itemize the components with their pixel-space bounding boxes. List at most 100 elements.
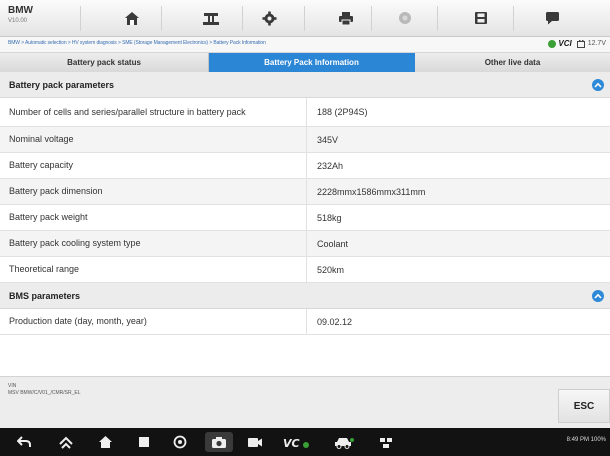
browser-icon bbox=[173, 435, 187, 449]
help-button[interactable] bbox=[393, 7, 417, 29]
tab-battery-pack-status[interactable]: Battery pack status bbox=[0, 53, 209, 72]
tab-bar: Battery pack status Battery Pack Informa… bbox=[0, 53, 610, 72]
toolbar-divider bbox=[513, 6, 514, 31]
breadcrumb: BMW > Automatic selection > HV system di… bbox=[8, 40, 266, 46]
vci-connected-icon bbox=[548, 39, 557, 48]
parameter-value: 518kg bbox=[317, 212, 342, 223]
back-button[interactable] bbox=[14, 432, 34, 452]
toolbar-divider bbox=[161, 6, 162, 31]
esc-button[interactable]: ESC bbox=[558, 389, 610, 423]
record-button[interactable] bbox=[244, 432, 266, 452]
network-icon bbox=[380, 437, 392, 448]
save-icon bbox=[475, 12, 487, 24]
chevron-up-icon bbox=[594, 82, 602, 88]
home-icon bbox=[125, 11, 139, 25]
vin-path: MSV BMW/C/V01_/CMR/SR_EL bbox=[8, 390, 81, 396]
parameter-value: Coolant bbox=[307, 231, 610, 256]
toolbar-divider bbox=[371, 6, 372, 31]
section-title: Battery pack parameters bbox=[9, 80, 115, 90]
print-icon bbox=[339, 11, 353, 25]
help-icon bbox=[399, 12, 411, 24]
system-status: 8:49 PM 100% bbox=[566, 437, 606, 443]
connection-status: VCI 12.7V bbox=[548, 39, 606, 48]
message-icon bbox=[545, 12, 559, 25]
table-row: Battery pack cooling system type Coolant bbox=[0, 231, 610, 257]
parameter-value: 2228mmx1586mmx311mm bbox=[307, 179, 610, 204]
vci-status: VCI bbox=[548, 39, 572, 48]
settings-icon bbox=[262, 11, 276, 25]
parameter-name: Battery pack dimension bbox=[0, 179, 307, 204]
tab-other-live-data[interactable]: Other live data bbox=[415, 53, 610, 72]
vehicle-make: BMW bbox=[8, 5, 33, 16]
table-row: Production date (day, month, year) 09.02… bbox=[0, 309, 610, 335]
message-button[interactable] bbox=[540, 7, 564, 29]
parameter-value: 09.02.12 bbox=[317, 316, 353, 327]
table-row: Battery capacity 232Ah bbox=[0, 153, 610, 179]
vci-manager-button[interactable]: VC bbox=[281, 432, 311, 452]
table-row: Number of cells and series/parallel stru… bbox=[0, 98, 610, 127]
back-icon bbox=[17, 436, 31, 447]
collapse-button[interactable] bbox=[592, 79, 604, 91]
table-row: Battery pack dimension 2228mmx1586mmx311… bbox=[0, 179, 610, 205]
collapse-button[interactable] bbox=[592, 290, 604, 302]
home-button[interactable] bbox=[120, 7, 144, 29]
car-icon bbox=[335, 437, 354, 449]
table-row: Nominal voltage 345V bbox=[0, 127, 610, 153]
vehicle-swap-button[interactable] bbox=[199, 7, 223, 29]
parameter-name: Number of cells and series/parallel stru… bbox=[0, 98, 307, 126]
toolbar-divider bbox=[304, 6, 305, 31]
top-toolbar: BMW V10.00 bbox=[0, 0, 610, 37]
vin-info: VIN MSV BMW/C/V01_/CMR/SR_EL bbox=[8, 383, 81, 397]
browser-button[interactable] bbox=[169, 432, 191, 452]
battery-voltage-label: 12.7V bbox=[587, 40, 606, 47]
chevron-up-icon bbox=[594, 293, 602, 299]
screenshot-button[interactable] bbox=[205, 432, 233, 452]
section-title: BMS parameters bbox=[9, 291, 81, 301]
parameter-name: Battery pack cooling system type bbox=[0, 231, 307, 256]
parameter-name: Battery pack weight bbox=[0, 205, 307, 230]
parameter-value: 520km bbox=[317, 264, 345, 275]
home-icon bbox=[98, 436, 112, 448]
vin-label: VIN bbox=[8, 383, 17, 389]
svg-text:VC: VC bbox=[283, 437, 300, 449]
toolbar-divider bbox=[437, 6, 438, 31]
section-header: BMS parameters bbox=[0, 283, 610, 309]
toolbar-divider bbox=[80, 6, 81, 31]
parameter-name: Battery capacity bbox=[0, 153, 307, 178]
print-button[interactable] bbox=[334, 7, 358, 29]
vci-label: VCI bbox=[558, 39, 572, 48]
table-row: Battery pack weight 518kg bbox=[0, 205, 610, 231]
battery-voltage: 12.7V bbox=[576, 39, 606, 48]
footer-bar: VIN MSV BMW/C/V01_/CMR/SR_EL ESC bbox=[0, 376, 610, 428]
network-button[interactable] bbox=[375, 432, 397, 452]
parameter-name: Production date (day, month, year) bbox=[0, 309, 307, 334]
parameter-name: Nominal voltage bbox=[0, 127, 307, 152]
parameter-table: Battery pack parameters Number of cells … bbox=[0, 72, 610, 376]
section-header: Battery pack parameters bbox=[0, 72, 610, 98]
chevron-home-icon bbox=[59, 436, 73, 449]
toolbar-divider bbox=[242, 6, 243, 31]
table-row: Theoretical range 520km bbox=[0, 257, 610, 283]
breadcrumb-bar: BMW > Automatic selection > HV system di… bbox=[0, 37, 610, 53]
autel-home-button[interactable] bbox=[55, 432, 77, 452]
parameter-value: 345V bbox=[307, 127, 610, 152]
parameter-name: Theoretical range bbox=[0, 257, 307, 282]
parameter-value: 232Ah bbox=[317, 160, 344, 171]
parameter-value: 188 (2P94S) bbox=[317, 107, 368, 117]
tab-battery-pack-information[interactable]: Battery Pack Information bbox=[209, 53, 415, 72]
vehicle-brand: BMW V10.00 bbox=[8, 5, 58, 26]
android-home-button[interactable] bbox=[94, 432, 116, 452]
battery-icon bbox=[576, 39, 585, 48]
video-record-icon bbox=[248, 437, 262, 447]
save-button[interactable] bbox=[469, 7, 493, 29]
settings-button[interactable] bbox=[257, 7, 281, 29]
system-nav-bar: VC 8:49 PM 100% bbox=[0, 428, 610, 456]
camera-icon bbox=[212, 436, 226, 448]
vci-icon: VC bbox=[283, 437, 309, 449]
app-screen: BMW V10.00 BMW > Automatic selection > H… bbox=[0, 0, 610, 456]
software-version: V10.00 bbox=[8, 18, 28, 24]
vehicle-button[interactable] bbox=[331, 432, 357, 452]
vehicle-swap-icon bbox=[203, 12, 219, 25]
recent-apps-icon bbox=[139, 437, 149, 447]
recent-apps-button[interactable] bbox=[134, 432, 154, 452]
